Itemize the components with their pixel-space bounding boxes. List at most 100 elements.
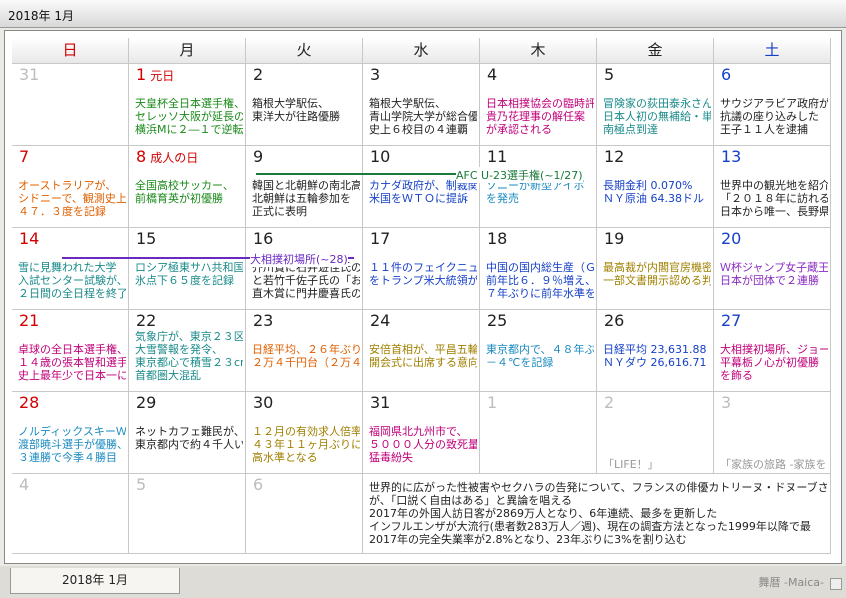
day-cell[interactable]: 14 雪に見舞われた大学 入試センター試験が、 ２日間の全日程を終了 (12, 228, 129, 310)
event-text[interactable]: －４℃を記録 (486, 356, 594, 369)
event-text[interactable]: 世界中の観光地を紹介 (720, 179, 828, 192)
day-cell[interactable]: 3 「家族の旅路 -家族を (714, 392, 831, 474)
day-cell[interactable]: 25 東京都内で、４８年ぶ －４℃を記録 (480, 310, 597, 392)
event-text[interactable]: 日本人初の無補給・単 (603, 110, 711, 123)
event-text[interactable]: 一部文書開示認める判 (603, 274, 711, 287)
event-text[interactable]: 氷点下６５度を記録 (135, 274, 243, 287)
event-text[interactable]: 入試センター試験が、 (18, 274, 126, 287)
event-text[interactable]: 韓国と北朝鮮の南北高 (252, 179, 360, 192)
event-text[interactable]: １４歳の張本智和選手 (18, 356, 126, 369)
day-cell[interactable]: 1 (480, 392, 597, 474)
day-cell[interactable]: 31 福岡県北九州市で、 ５０００人分の致死量 猛毒紛失 (363, 392, 480, 474)
event-text[interactable]: 高水準となる (252, 451, 360, 464)
event-text[interactable]: ４３年１１ヶ月ぶりに (252, 438, 360, 451)
day-cell[interactable]: 26 日経平均 23,631.88 ＮＹダウ 26,616.71 (597, 310, 714, 392)
event-text[interactable]: 抗議の座り込みした (720, 110, 828, 123)
event-text[interactable]: 日経平均、２６年ぶり (252, 343, 360, 356)
event-text[interactable]: 王子１１人を逮捕 (720, 123, 828, 136)
day-cell[interactable]: 2 「LIFE！」 (597, 392, 714, 474)
day-cell[interactable]: 10 カナダ政府が、制裁関 米国をＷＴＯに提訴 (363, 146, 480, 228)
event-text[interactable]: 前年比６．９％増え、 (486, 274, 594, 287)
day-cell[interactable]: 24 安倍首相が、平昌五輪 開会式に出席する意向 (363, 310, 480, 392)
resize-grip-icon[interactable] (830, 578, 842, 590)
event-text[interactable]: 東京都内で、４８年ぶ (486, 343, 594, 356)
event-text[interactable]: ７年ぶりに前年水準を (486, 287, 594, 300)
day-cell[interactable]: 4 (12, 474, 129, 554)
event-text[interactable]: 東洋大が往路優勝 (252, 110, 360, 123)
event-text[interactable]: 南極点到達 (603, 123, 711, 136)
day-cell[interactable]: 8 成人の日 全国高校サッカー、 前橋育英が初優勝 (129, 146, 246, 228)
event-text[interactable]: 全国高校サッカー、 (135, 179, 243, 192)
day-cell[interactable]: 20 Ｗ杯ジャンプ女子蔵王 日本が団体で２連勝 (714, 228, 831, 310)
event-text[interactable]: が承認される (486, 123, 594, 136)
note-line[interactable]: が、「口説く自由はある」と異論を唱える (369, 494, 829, 507)
day-cell[interactable]: 7 オーストラリアが、 シドニーで、観測史上 ４７．３度を記録 (12, 146, 129, 228)
event-text[interactable]: 東京都内で約４千人い (135, 438, 243, 451)
event-text[interactable]: ＮＹ原油 64.38ドル (603, 192, 711, 205)
event-text[interactable]: セレッソ大阪が延長の (135, 110, 243, 123)
day-cell[interactable]: 27 大相撲初場所、ジョー 平幕栃ノ心が初優勝 を飾る (714, 310, 831, 392)
day-cell[interactable]: 28 ノルディックスキーＷ 渡部暁斗選手が優勝、 ３連勝で今季４勝目 (12, 392, 129, 474)
day-cell[interactable]: 17 １１件のフェイクニュ をトランプ米大統領が (363, 228, 480, 310)
day-cell[interactable]: 19 最高裁が内閣官房機密 一部文書開示認める判 (597, 228, 714, 310)
day-cell[interactable]: 22 気象庁が、東京２３区 大雪警報を発令、 東京都心で積雪２３cm 首都圏大混乱 (129, 310, 246, 392)
day-cell[interactable]: 4 日本相撲協会の臨時評 貴乃花理事の解任案 が承認される (480, 64, 597, 146)
day-cell[interactable]: 5 冒険家の荻田泰永さん 日本人初の無補給・単 南極点到達 (597, 64, 714, 146)
event-text[interactable]: ＮＹダウ 26,616.71 (603, 356, 711, 369)
event-text[interactable]: 開会式に出席する意向 (369, 356, 477, 369)
day-cell[interactable]: 11 ソニーが新型アイボ を発売 (480, 146, 597, 228)
day-cell[interactable]: 23 日経平均、２６年ぶり ２万４千円台（２万４ (246, 310, 363, 392)
event-text[interactable]: ５０００人分の致死量 (369, 438, 477, 451)
event-text[interactable]: 雪に見舞われた大学 (18, 261, 126, 274)
day-cell[interactable]: 9 韓国と北朝鮮の南北高 北朝鮮は五輪参加を 正式に表明 (246, 146, 363, 228)
multi-day-span-label[interactable]: AFC U-23選手権(~1/27) (456, 167, 583, 183)
day-cell[interactable]: 16 芥川賞に石井遊佳氏の と若竹千佐子氏の「お 直木賞に門井慶喜氏の (246, 228, 363, 310)
event-text[interactable]: 冒険家の荻田泰永さん (603, 97, 711, 110)
event-text[interactable]: 日本から唯一、長野県 (720, 205, 828, 218)
event-text[interactable]: 卓球の全日本選手権、 (18, 343, 126, 356)
event-text[interactable]: と若竹千佐子氏の「お (252, 274, 360, 287)
event-text[interactable]: ロシア極東サハ共和国 (135, 261, 243, 274)
day-cell[interactable]: 15 ロシア極東サハ共和国 氷点下６５度を記録 (129, 228, 246, 310)
event-text[interactable]: ４７．３度を記録 (18, 205, 126, 218)
event-text[interactable]: 猛毒紛失 (369, 451, 477, 464)
event-text[interactable]: 箱根大学駅伝、 (252, 97, 360, 110)
event-text[interactable]: 首都圏大混乱 (135, 369, 243, 382)
note-line[interactable]: 2017年の完全失業率が2.8%となり、23年ぶりに3%を割り込む (369, 533, 829, 546)
event-text[interactable]: 「２０１８年に訪れる (720, 192, 828, 205)
event-text[interactable]: ３連勝で今季４勝目 (18, 451, 126, 464)
day-cell[interactable]: 31 (12, 64, 129, 146)
event-text[interactable]: ２万４千円台（２万４ (252, 356, 360, 369)
event-text[interactable]: 大相撲初場所、ジョー (720, 343, 828, 356)
event-text[interactable]: １２月の有効求人倍率 (252, 425, 360, 438)
note-line[interactable]: 2017年の外国人訪日客が2869万人となり、6年連続、最多を更新した (369, 507, 829, 520)
event-text[interactable]: 安倍首相が、平昌五輪 (369, 343, 477, 356)
event-text[interactable]: 北朝鮮は五輪参加を (252, 192, 360, 205)
event-text[interactable]: 米国をＷＴＯに提訴 (369, 192, 477, 205)
event-text[interactable]: 貴乃花理事の解任案 (486, 110, 594, 123)
event-text[interactable]: 前橋育英が初優勝 (135, 192, 243, 205)
day-cell[interactable]: 12 長期金利 0.070% ＮＹ原油 64.38ドル (597, 146, 714, 228)
event-text[interactable]: 大雪警報を発令、 (135, 343, 243, 356)
note-line[interactable]: インフルエンザが大流行(患者数283万人／週)、現在の調査方法となった1999年… (369, 520, 829, 533)
event-text[interactable]: 天皇杯全日本選手権、 (135, 97, 243, 110)
day-cell[interactable]: 13 世界中の観光地を紹介 「２０１８年に訪れる 日本から唯一、長野県 (714, 146, 831, 228)
event-text[interactable]: サウジアラビア政府が (720, 97, 828, 110)
event-text[interactable]: 日経平均 23,631.88 (603, 343, 711, 356)
day-cell[interactable]: 3 箱根大学駅伝、 青山学院大学が総合優 史上６校目の４連覇 (363, 64, 480, 146)
event-text[interactable]: シドニーで、観測史上 (18, 192, 126, 205)
event-text[interactable]: 青山学院大学が総合優 (369, 110, 477, 123)
day-cell[interactable]: 6 サウジアラビア政府が 抗議の座り込みした 王子１１人を逮捕 (714, 64, 831, 146)
event-text[interactable]: 渡部暁斗選手が優勝、 (18, 438, 126, 451)
event-text[interactable]: 平幕栃ノ心が初優勝 (720, 356, 828, 369)
event-text[interactable]: 史上最年少で日本一に (18, 369, 126, 382)
day-cell[interactable]: 30 １２月の有効求人倍率 ４３年１１ヶ月ぶりに 高水準となる (246, 392, 363, 474)
event-text[interactable]: １１件のフェイクニュ (369, 261, 477, 274)
day-cell[interactable]: 2 箱根大学駅伝、 東洋大が往路優勝 (246, 64, 363, 146)
tab-month[interactable]: 2018年 1月 (10, 568, 180, 594)
event-text[interactable]: をトランプ米大統領が (369, 274, 477, 287)
event-text[interactable]: 直木賞に門井慶喜氏の (252, 287, 360, 300)
event-text[interactable]: Ｗ杯ジャンプ女子蔵王 (720, 261, 828, 274)
event-text[interactable]: ノルディックスキーＷ (18, 425, 126, 438)
event-text[interactable]: を飾る (720, 369, 828, 382)
